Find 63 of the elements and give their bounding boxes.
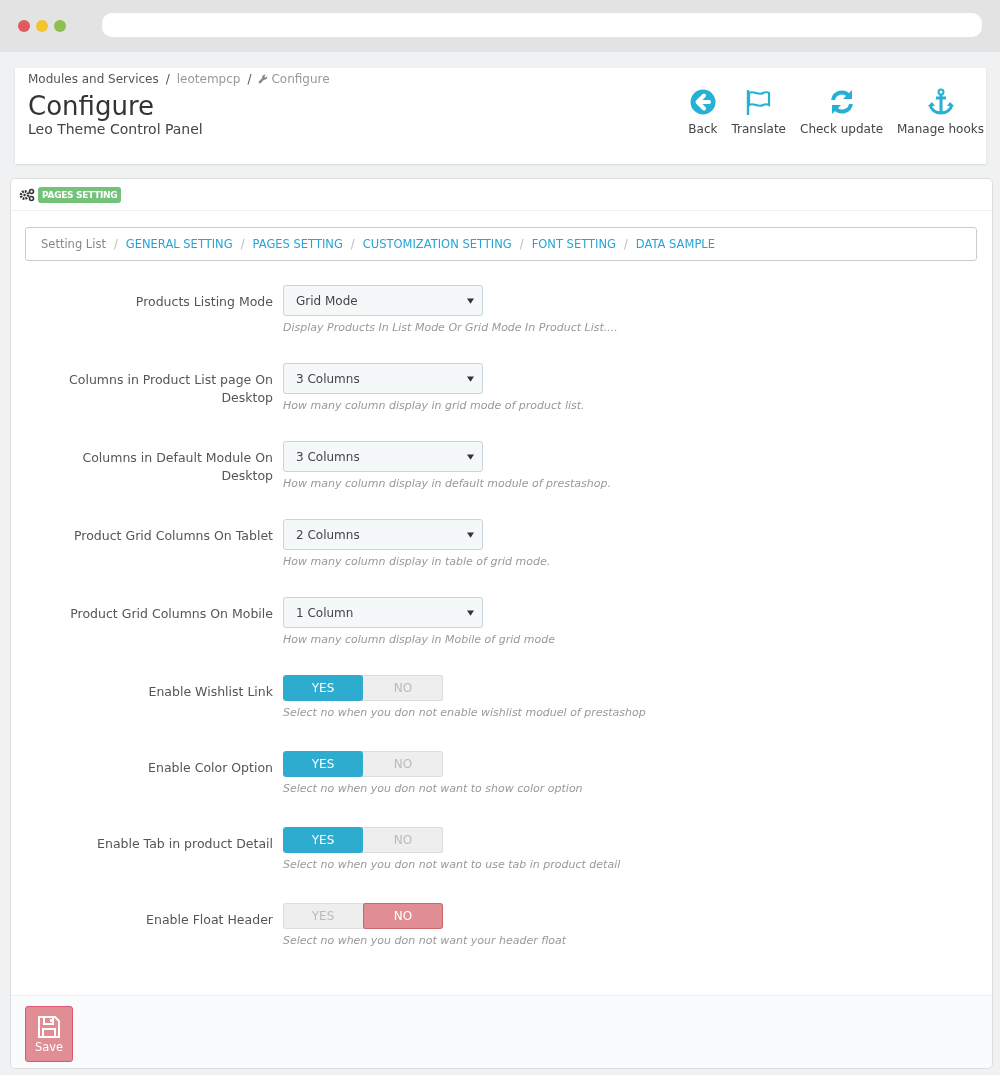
settings-nav-link[interactable]: PAGES SETTING: [252, 237, 343, 251]
minimize-window-icon[interactable]: [36, 20, 48, 32]
help-text: How many column display in Mobile of grid mode: [283, 633, 555, 646]
toolbar-label[interactable]: Translate: [731, 122, 786, 136]
settings-nav-link[interactable]: FONT SETTING: [531, 237, 616, 251]
toolbar-label[interactable]: Manage hooks: [897, 122, 984, 136]
breadcrumb-link[interactable]: Modules and Services: [28, 72, 159, 86]
help-text: How many column display in table of grid mode.: [283, 555, 551, 568]
gears-icon: [19, 187, 35, 202]
page-subtitle: Leo Theme Control Panel: [28, 121, 204, 137]
field-label: Enable Wishlist Link: [147, 683, 273, 701]
field-label: Enable Float Header: [145, 911, 273, 929]
breadcrumb-separator: /: [350, 237, 355, 251]
help-text: Display Products In List Mode Or Grid Mode In Product List....: [283, 321, 618, 334]
field-label: Product Grid Columns On Mobile: [69, 605, 273, 623]
breadcrumb-link[interactable]: Configure: [271, 72, 330, 86]
dropdown-select[interactable]: Grid Mode: [283, 285, 483, 316]
field-label: Products Listing Mode: [134, 293, 273, 311]
breadcrumb-separator: /: [623, 237, 628, 251]
save-button[interactable]: Save: [25, 1006, 73, 1062]
no-option[interactable]: NO: [363, 903, 443, 929]
yes-option[interactable]: YES: [283, 827, 363, 853]
help-text: Select no when you don not want to use tab in product detail: [283, 858, 621, 871]
settings-nav-link[interactable]: CUSTOMIZATION SETTING: [362, 237, 512, 251]
anchor-icon[interactable]: [926, 88, 955, 116]
dropdown-select[interactable]: 3 Columns: [283, 363, 483, 394]
maximize-window-icon[interactable]: [54, 20, 66, 32]
help-text: Select no when you don not want your header float: [283, 934, 567, 947]
help-text: How many column display in grid mode of product list.: [283, 399, 585, 412]
breadcrumb-separator: /: [113, 237, 118, 251]
help-text: Select no when you don not enable wishlist moduel of prestashop: [283, 706, 646, 719]
caret-icon: [467, 531, 474, 538]
yes-option[interactable]: YES: [283, 675, 363, 701]
field-label: Enable Color Option: [147, 759, 273, 777]
yes-option[interactable]: YES: [283, 751, 363, 777]
field-label: Enable Tab in product Detail: [96, 835, 273, 853]
field-label: Columns in Default Module On Desktop: [81, 449, 273, 485]
section-badge: PAGES SETTING: [38, 186, 122, 203]
wrench-icon: [258, 74, 269, 84]
dropdown-select[interactable]: 1 Column: [283, 597, 483, 628]
breadcrumb-separator: /: [519, 237, 524, 251]
breadcrumb-separator: /: [247, 72, 252, 86]
caret-icon: [467, 453, 474, 460]
toolbar-label[interactable]: Check update: [800, 122, 883, 136]
toolbar-label[interactable]: Back: [688, 122, 718, 136]
settings-nav-link[interactable]: GENERAL SETTING: [125, 237, 233, 251]
caret-icon: [467, 375, 474, 382]
breadcrumb-link[interactable]: leotempcp: [176, 72, 241, 86]
dropdown-select[interactable]: 2 Columns: [283, 519, 483, 550]
help-text: Select no when you don not want to show color option: [283, 782, 583, 795]
field-label: Columns in Product List page On Desktop: [68, 371, 273, 407]
field-label: Product Grid Columns On Tablet: [73, 527, 273, 545]
caret-icon: [467, 297, 474, 304]
breadcrumb-separator: /: [240, 237, 245, 251]
page-title: Configure: [28, 90, 155, 122]
flag-icon[interactable]: [744, 88, 773, 116]
breadcrumb-separator: /: [165, 72, 170, 86]
settings-nav-label: Setting List: [41, 237, 106, 251]
close-window-icon[interactable]: [18, 20, 30, 32]
help-text: How many column display in default module of prestashop.: [283, 477, 611, 490]
dropdown-select[interactable]: 3 Columns: [283, 441, 483, 472]
settings-nav-link[interactable]: DATA SAMPLE: [635, 237, 715, 251]
caret-icon: [467, 609, 474, 616]
